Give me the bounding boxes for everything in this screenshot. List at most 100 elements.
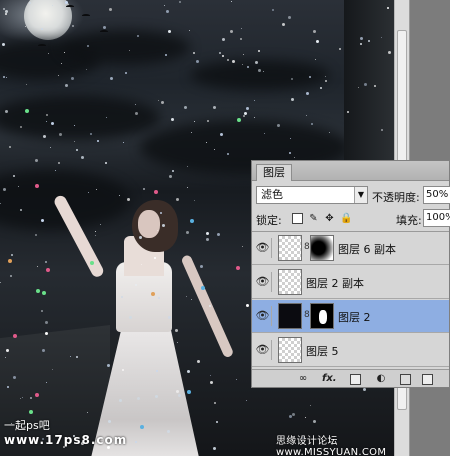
snowflake: [168, 30, 171, 33]
snowflake: [109, 8, 112, 11]
snowflake: [214, 402, 216, 404]
layer-row-selected[interactable]: 👁 8 图层 2: [252, 300, 449, 333]
snowflake: [306, 115, 307, 116]
snowflake: [206, 232, 209, 235]
snowflake: [72, 25, 74, 27]
snowflake: [157, 230, 158, 231]
layer-row[interactable]: 👁 图层 5: [252, 334, 449, 367]
moon: [24, 0, 72, 40]
snowflake: [20, 126, 22, 128]
snowflake: [207, 120, 209, 122]
snowflake: [247, 66, 249, 68]
fill-label: 填充:: [396, 214, 422, 227]
snowflake: [97, 140, 99, 142]
snowflake: [186, 296, 187, 297]
fx-icon[interactable]: fx.: [322, 372, 337, 386]
layer-name: 图层 5: [306, 345, 339, 358]
new-group-icon[interactable]: [400, 374, 411, 385]
adjustment-icon[interactable]: ◐: [374, 372, 388, 386]
snowflake: [316, 40, 319, 43]
snowflake: [329, 132, 330, 133]
layer-name: 图层 2 副本: [306, 277, 364, 290]
snowflake: [125, 72, 127, 74]
tab-layers[interactable]: 图层: [256, 164, 292, 181]
layer-mask-thumbnail[interactable]: [310, 235, 334, 261]
snowflake: [222, 55, 224, 57]
snowflake: [289, 152, 291, 154]
layers-panel-toolbar: ∞ fx. ◐: [252, 369, 449, 387]
snowflake: [264, 133, 265, 134]
colored-sparkle: [190, 219, 194, 223]
face: [138, 210, 160, 238]
snowflake: [339, 48, 341, 50]
snowflake: [258, 69, 261, 72]
snowflake: [5, 110, 8, 113]
lock-position-icon[interactable]: ✥: [324, 213, 335, 224]
snowflake: [255, 61, 258, 64]
snowflake: [292, 413, 295, 416]
snowflake: [216, 421, 218, 423]
layer-row[interactable]: 👁 8 图层 6 副本: [252, 232, 449, 265]
snowflake: [325, 80, 327, 82]
lock-pixels-icon[interactable]: ✎: [308, 213, 319, 224]
chevron-down-icon[interactable]: ▼: [354, 187, 367, 203]
layer-mask-thumbnail[interactable]: [310, 303, 334, 329]
link-icon[interactable]: ∞: [296, 372, 310, 386]
snowflake: [282, 23, 285, 26]
snowflake: [381, 129, 383, 131]
bird: [38, 44, 46, 47]
lock-transparency-icon[interactable]: [292, 213, 303, 224]
snowflake: [176, 390, 179, 393]
snowflake: [213, 106, 216, 109]
eye-icon[interactable]: 👁: [254, 340, 272, 360]
colored-sparkle: [154, 190, 158, 194]
snowflake: [161, 101, 164, 104]
snowflake: [121, 296, 123, 298]
snowflake: [277, 124, 280, 127]
snowflake: [325, 76, 326, 77]
snowflake: [20, 209, 22, 211]
layer-row[interactable]: 👁 图层 2 副本: [252, 266, 449, 299]
snowflake: [175, 329, 178, 332]
snowflake: [246, 304, 249, 307]
snowflake: [139, 236, 142, 239]
snowflake: [103, 26, 106, 29]
add-mask-icon[interactable]: [350, 374, 361, 385]
bird: [66, 5, 74, 8]
snowflake: [10, 275, 12, 277]
snowflake: [20, 398, 21, 399]
snowflake: [186, 231, 189, 234]
logo-line-1: 一起ps吧: [4, 419, 50, 432]
eye-icon[interactable]: 👁: [254, 272, 272, 292]
eye-icon[interactable]: 👁: [254, 306, 272, 326]
layers-list: 👁 8 图层 6 副本 👁 图层 2 副本 👁 8 图层 2 👁 图层 5: [252, 231, 449, 369]
blend-mode-value: 滤色: [261, 188, 283, 201]
snowflake: [70, 356, 71, 357]
blend-mode-select[interactable]: 滤色 ▼: [256, 186, 368, 204]
fill-input[interactable]: 100%: [423, 209, 450, 227]
snowflake: [197, 360, 200, 363]
colored-sparkle: [25, 109, 29, 113]
snowflake: [0, 203, 1, 204]
snowflake: [76, 356, 78, 358]
snowflake: [0, 282, 1, 283]
snowflake: [30, 397, 32, 399]
new-layer-icon[interactable]: [422, 374, 433, 385]
snowflake: [43, 135, 46, 138]
opacity-input[interactable]: 50%: [423, 186, 450, 204]
snowflake: [206, 142, 207, 143]
snowflake: [45, 332, 48, 335]
snowflake: [2, 43, 5, 46]
blend-opacity-row: 滤色 ▼ 不透明度: 50%: [252, 183, 450, 205]
bride-figure: [52, 186, 235, 456]
snowflake: [171, 118, 174, 121]
snowflake: [76, 149, 78, 151]
lock-label: 锁定:: [256, 214, 282, 227]
lock-all-icon[interactable]: 🔒: [340, 213, 352, 224]
snowflake: [87, 45, 89, 47]
snowflake: [158, 297, 160, 299]
eye-icon[interactable]: 👁: [254, 238, 272, 258]
snowflake: [160, 212, 162, 214]
snowflake: [58, 75, 59, 76]
snowflake: [46, 114, 48, 116]
